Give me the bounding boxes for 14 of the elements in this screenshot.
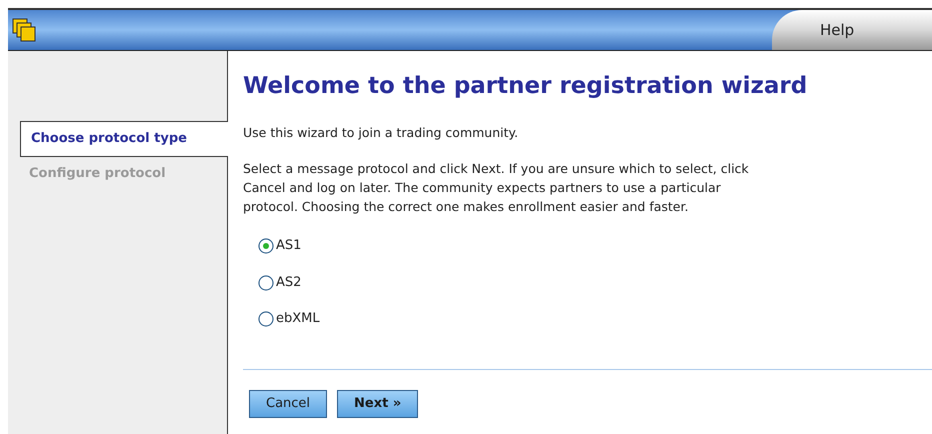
instructions-text: Select a message protocol and click Next. If you are unsure which to select, click Cancel and log on later. The community expects partners to use a particular protocol. Choosing the correct one makes enrollment easier and faster. — [243, 160, 750, 216]
radio-button[interactable] — [258, 238, 274, 254]
next-button[interactable]: Next » — [337, 390, 418, 418]
page-title: Welcome to the partner registration wizard — [243, 72, 808, 101]
stacked-squares-icon — [12, 18, 36, 42]
intro-text: Use this wizard to join a trading community. — [243, 124, 520, 142]
radio-button[interactable] — [258, 311, 274, 327]
help-tab[interactable]: Help — [772, 10, 932, 50]
radio-label[interactable]: AS1 — [276, 236, 302, 256]
cancel-button[interactable]: Cancel — [249, 390, 328, 418]
wizard-step[interactable]: Choose protocol type — [20, 121, 228, 156]
radio-label[interactable]: AS2 — [276, 272, 302, 292]
radio-button[interactable] — [258, 274, 274, 290]
radio-label[interactable]: ebXML — [276, 309, 320, 329]
